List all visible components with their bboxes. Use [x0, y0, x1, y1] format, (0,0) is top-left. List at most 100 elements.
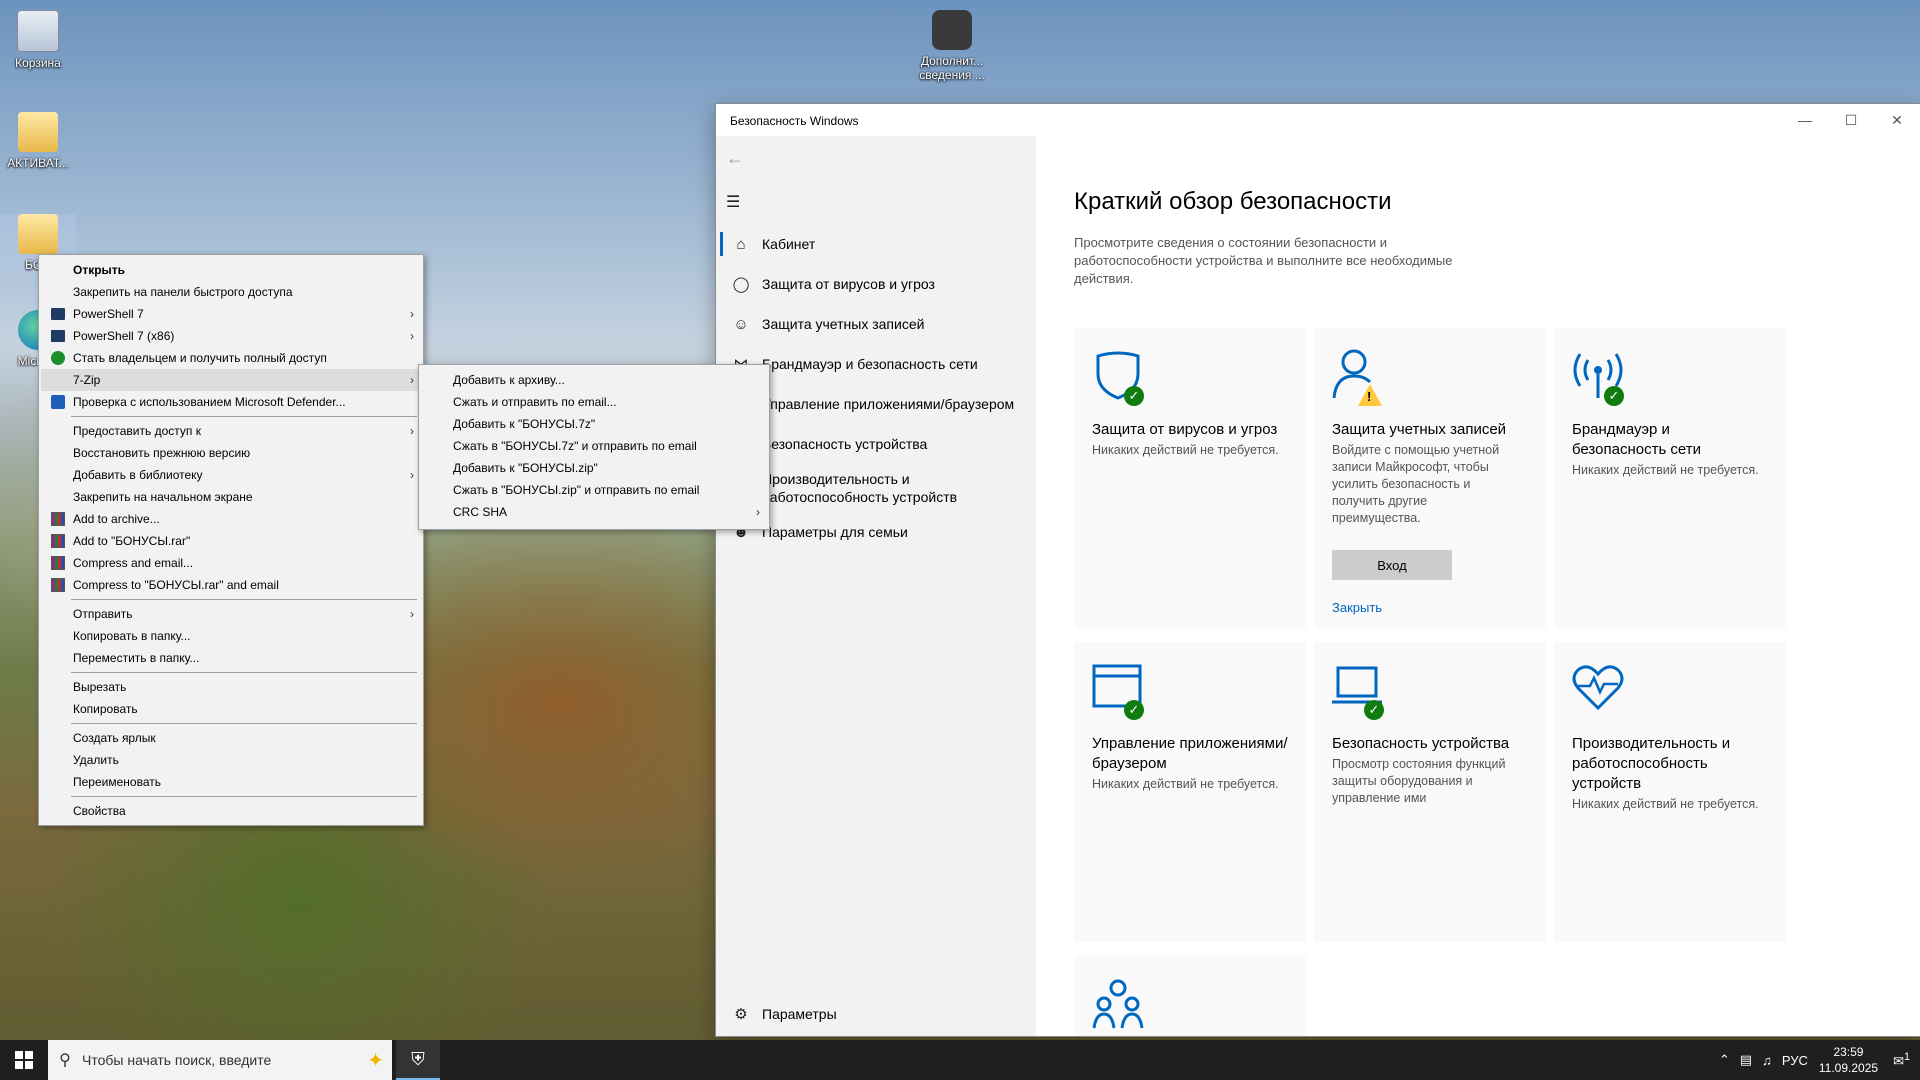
defender-icon — [51, 395, 65, 409]
chevron-up-icon[interactable]: ⌃ — [1719, 1052, 1730, 1068]
nav-item-settings[interactable]: ⚙ Параметры — [716, 996, 1036, 1032]
system-tray: ⌃ ▤ ♫ РУС 23:59 11.09.2025 ✉1 — [1714, 1040, 1920, 1080]
tile-title: Защита учетных записей — [1332, 421, 1507, 438]
tile-virus-protection[interactable]: ✓ Защита от вирусов и угроз Никаких дейс… — [1074, 328, 1306, 628]
tile-device-security[interactable]: ✓ Безопасность устройства Просмотр состо… — [1314, 642, 1546, 942]
submenu-item-add-archive[interactable]: Добавить к архиву... — [421, 369, 767, 391]
taskbar: ⚲ Чтобы начать поиск, введите ✦ ⛨ ⌃ ▤ ♫ … — [0, 1040, 1920, 1080]
nav-item-label: Защита от вирусов и угроз — [762, 276, 935, 292]
window-title: Безопасность Windows — [730, 114, 859, 128]
menu-item-restore-version[interactable]: Восстановить прежнюю версию — [41, 442, 421, 464]
nav-item-label: Управление приложениями/браузером — [762, 396, 1015, 412]
nav-item-label: Производительность и работоспособность у… — [762, 471, 958, 505]
chevron-right-icon: › — [410, 607, 414, 621]
menu-item-rar-add-named[interactable]: Add to "БОНУСЫ.rar" — [41, 530, 421, 552]
menu-item-copy[interactable]: Копировать — [41, 698, 421, 720]
submenu-item-add-7z[interactable]: Добавить к "БОНУСЫ.7z" — [421, 413, 767, 435]
tile-status: Никаких действий не требуется. — [1572, 797, 1759, 811]
nav-item-label: Кабинет — [762, 236, 816, 252]
nav-item-account-protection[interactable]: ☺ Защита учетных записей — [716, 306, 1036, 342]
shield-icon: ◯ — [732, 276, 750, 293]
tile-status: Никаких действий не требуется. — [1092, 443, 1279, 457]
chevron-right-icon: › — [410, 329, 414, 343]
menu-item-give-access[interactable]: Предоставить доступ к › — [41, 420, 421, 442]
sign-in-button[interactable]: Вход — [1332, 550, 1452, 580]
taskbar-search-box[interactable]: ⚲ Чтобы начать поиск, введите ✦ — [48, 1040, 392, 1080]
tile-firewall[interactable]: ✓ Брандмауэр и безопасность сети Никаких… — [1554, 328, 1786, 628]
desktop-icon-label: АКТИВАТ... — [7, 156, 69, 170]
menu-item-pin-start[interactable]: Закрепить на начальном экране — [41, 486, 421, 508]
person-icon: ☺ — [733, 315, 749, 333]
menu-item-rar-compress-email[interactable]: Compress and email... — [41, 552, 421, 574]
submenu-item-crc-sha[interactable]: CRC SHA › — [421, 501, 767, 523]
tile-family[interactable] — [1074, 956, 1306, 1036]
menu-item-properties[interactable]: Свойства — [41, 800, 421, 822]
winrar-icon — [51, 534, 65, 548]
desktop-icon-activator-folder[interactable]: АКТИВАТ... — [0, 112, 76, 170]
sparkle-icon: ✦ — [367, 1050, 384, 1072]
menu-item-defender-scan[interactable]: Проверка с использованием Microsoft Defe… — [41, 391, 421, 413]
menu-item-send-to[interactable]: Отправить › — [41, 603, 421, 625]
search-icon: ⚲ — [59, 1052, 71, 1069]
check-badge-icon: ✓ — [1124, 386, 1144, 406]
submenu-item-add-zip[interactable]: Добавить к "БОНУСЫ.zip" — [421, 457, 767, 479]
network-icon[interactable]: ▤ — [1740, 1052, 1752, 1068]
green-shield-icon — [51, 351, 65, 365]
nav-item-label: Брандмауэр и безопасность сети — [762, 356, 978, 372]
submenu-item-zip-email[interactable]: Сжать в "БОНУСЫ.zip" и отправить по emai… — [421, 479, 767, 501]
menu-item-powershell7-x86[interactable]: PowerShell 7 (x86) › — [41, 325, 421, 347]
menu-item-open[interactable]: Открыть — [41, 259, 421, 281]
winrar-icon — [51, 556, 65, 570]
minimize-button[interactable]: — — [1782, 104, 1828, 136]
tile-title: Производительность и работоспособность у… — [1572, 735, 1731, 792]
nav-item-home[interactable]: ⌂ Кабинет — [716, 226, 1036, 262]
menu-item-move-to-folder[interactable]: Переместить в папку... — [41, 647, 421, 669]
back-arrow-icon[interactable]: ← — [726, 148, 750, 172]
gear-icon: ⚙ — [734, 1006, 748, 1023]
nav-item-virus-protection[interactable]: ◯ Защита от вирусов и угроз — [716, 266, 1036, 302]
desktop-icon-label: Корзина — [15, 56, 61, 70]
tile-app-browser[interactable]: ✓ Управление приложениями/браузером Ника… — [1074, 642, 1306, 942]
menu-item-take-ownership[interactable]: Стать владельцем и получить полный досту… — [41, 347, 421, 369]
context-menu: Открыть Закрепить на панели быстрого дос… — [38, 254, 424, 826]
close-button[interactable]: ✕ — [1874, 104, 1920, 136]
tile-title: Управление приложениями/браузером — [1092, 735, 1288, 772]
menu-item-powershell7[interactable]: PowerShell 7 › — [41, 303, 421, 325]
page-title: Краткий обзор безопасности — [1074, 188, 1392, 215]
menu-item-rename[interactable]: Переименовать — [41, 771, 421, 793]
notifications-icon[interactable]: ✉1 — [1893, 1051, 1910, 1069]
maximize-button[interactable]: ☐ — [1828, 104, 1874, 136]
windows-logo-icon — [15, 1051, 33, 1069]
notification-count: 1 — [1903, 1050, 1910, 1063]
menu-item-create-shortcut[interactable]: Создать ярлык — [41, 727, 421, 749]
family-icon — [1092, 979, 1144, 1029]
desktop-icon-label: Дополнит... сведения ... — [919, 54, 985, 82]
sidebar: ← ☰ ⌂ Кабинет ◯ Защита от вирусов и угро… — [716, 136, 1036, 1036]
menu-item-rar-add-archive[interactable]: Add to archive... — [41, 508, 421, 530]
desktop-icon-additional-info[interactable]: Дополнит... сведения ... — [912, 10, 992, 82]
page-intro: Просмотрите сведения о состоянии безопас… — [1074, 235, 1453, 286]
volume-icon[interactable]: ♫ — [1762, 1053, 1772, 1068]
menu-item-rar-compress-named-email[interactable]: Compress to "БОНУСЫ.rar" and email — [41, 574, 421, 596]
taskbar-app-windows-security[interactable]: ⛨ — [396, 1040, 440, 1080]
menu-item-add-library[interactable]: Добавить в библиотеку › — [41, 464, 421, 486]
dismiss-link[interactable]: Закрыть — [1332, 600, 1382, 615]
tile-performance[interactable]: Производительность и работоспособность у… — [1554, 642, 1786, 942]
nav-item-label: Параметры для семьи — [762, 524, 908, 540]
menu-item-delete[interactable]: Удалить — [41, 749, 421, 771]
main-content: Краткий обзор безопасности Просмотрите с… — [1036, 136, 1920, 1036]
clock[interactable]: 23:59 11.09.2025 — [1819, 1044, 1878, 1076]
desktop-icon-recycle-bin[interactable]: Корзина — [0, 10, 76, 70]
start-button[interactable] — [0, 1040, 48, 1080]
language-indicator[interactable]: РУС — [1782, 1053, 1808, 1068]
submenu-item-7z-email[interactable]: Сжать в "БОНУСЫ.7z" и отправить по email — [421, 435, 767, 457]
tile-title: Безопасность устройства — [1332, 735, 1510, 752]
hamburger-menu-icon[interactable]: ☰ — [726, 192, 750, 216]
menu-item-copy-to-folder[interactable]: Копировать в папку... — [41, 625, 421, 647]
menu-item-cut[interactable]: Вырезать — [41, 676, 421, 698]
nav-item-label: Защита учетных записей — [762, 316, 925, 332]
submenu-item-compress-email[interactable]: Сжать и отправить по email... — [421, 391, 767, 413]
menu-item-pin-quick-access[interactable]: Закрепить на панели быстрого доступа — [41, 281, 421, 303]
tile-account-protection[interactable]: ! Защита учетных записей Войдите с помощ… — [1314, 328, 1546, 628]
menu-item-7zip[interactable]: 7-Zip › — [41, 369, 421, 391]
